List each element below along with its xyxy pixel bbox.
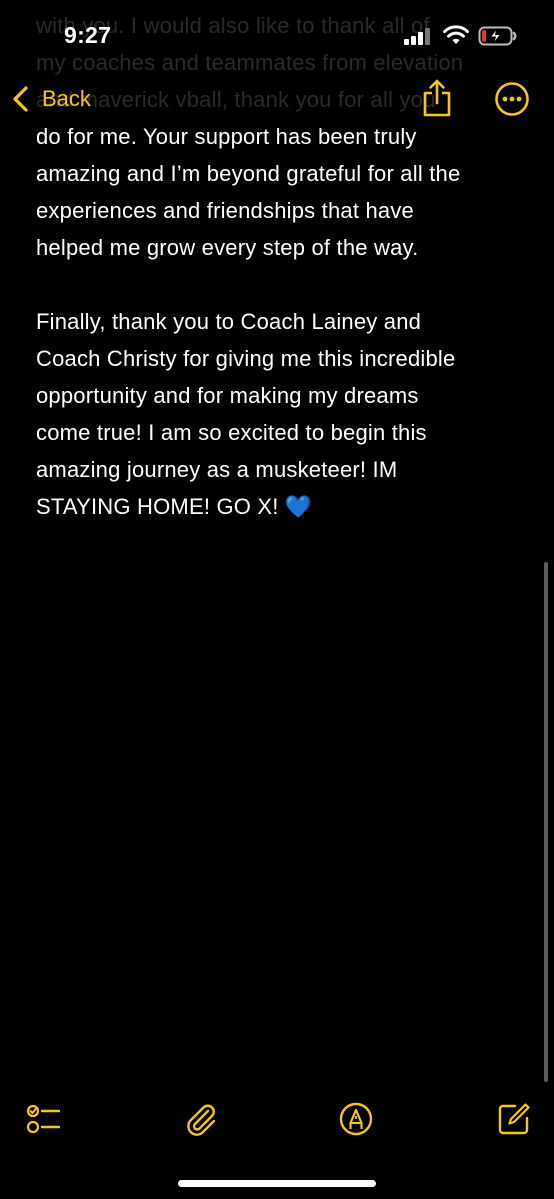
note-line: amazing journey as a musketeer! IM	[36, 457, 398, 482]
bottom-toolbar	[0, 1090, 554, 1150]
status-time: 9:27	[64, 22, 112, 48]
wifi-icon	[443, 25, 469, 44]
note-paragraph: do for me. Your support has been truly a…	[36, 118, 526, 266]
share-icon[interactable]	[420, 78, 454, 118]
note-line: Finally, thank you to Coach Lainey and	[36, 309, 422, 334]
note-line: amazing and I’m beyond grateful for all …	[36, 161, 461, 186]
note-line-text: STAYING HOME! GO X!	[36, 494, 279, 519]
note-line: come true! I am so excited to begin this	[36, 420, 427, 445]
battery-charging-icon	[478, 26, 517, 46]
scroll-indicator[interactable]	[544, 562, 548, 1082]
note-line: opportunity and for making my dreams	[36, 383, 419, 408]
note-line: experiences and friendships that have	[36, 198, 414, 223]
blue-heart-emoji: 💙	[284, 494, 313, 519]
back-button[interactable]: Back	[10, 82, 91, 116]
chevron-left-icon	[13, 86, 28, 112]
note-line: helped me grow every step of the way.	[36, 235, 419, 260]
pen-markup-icon[interactable]	[339, 1102, 373, 1136]
status-bar: 9:27	[0, 0, 554, 72]
note-last-line: STAYING HOME! GO X! 💙	[36, 488, 526, 525]
back-label: Back	[42, 86, 91, 111]
compose-icon[interactable]	[497, 1102, 531, 1136]
cellular-signal-icon	[404, 27, 434, 45]
paperclip-icon[interactable]	[184, 1102, 218, 1136]
more-options-icon[interactable]	[494, 81, 530, 117]
note-line: do for me. Your support has been truly	[36, 124, 417, 149]
home-indicator[interactable]	[178, 1180, 376, 1187]
note-line: Coach Christy for giving me this incredi…	[36, 346, 456, 371]
note-body[interactable]: do for me. Your support has been truly a…	[36, 118, 526, 525]
checklist-icon[interactable]	[26, 1102, 60, 1136]
note-paragraph: Finally, thank you to Coach Lainey and C…	[36, 303, 526, 525]
